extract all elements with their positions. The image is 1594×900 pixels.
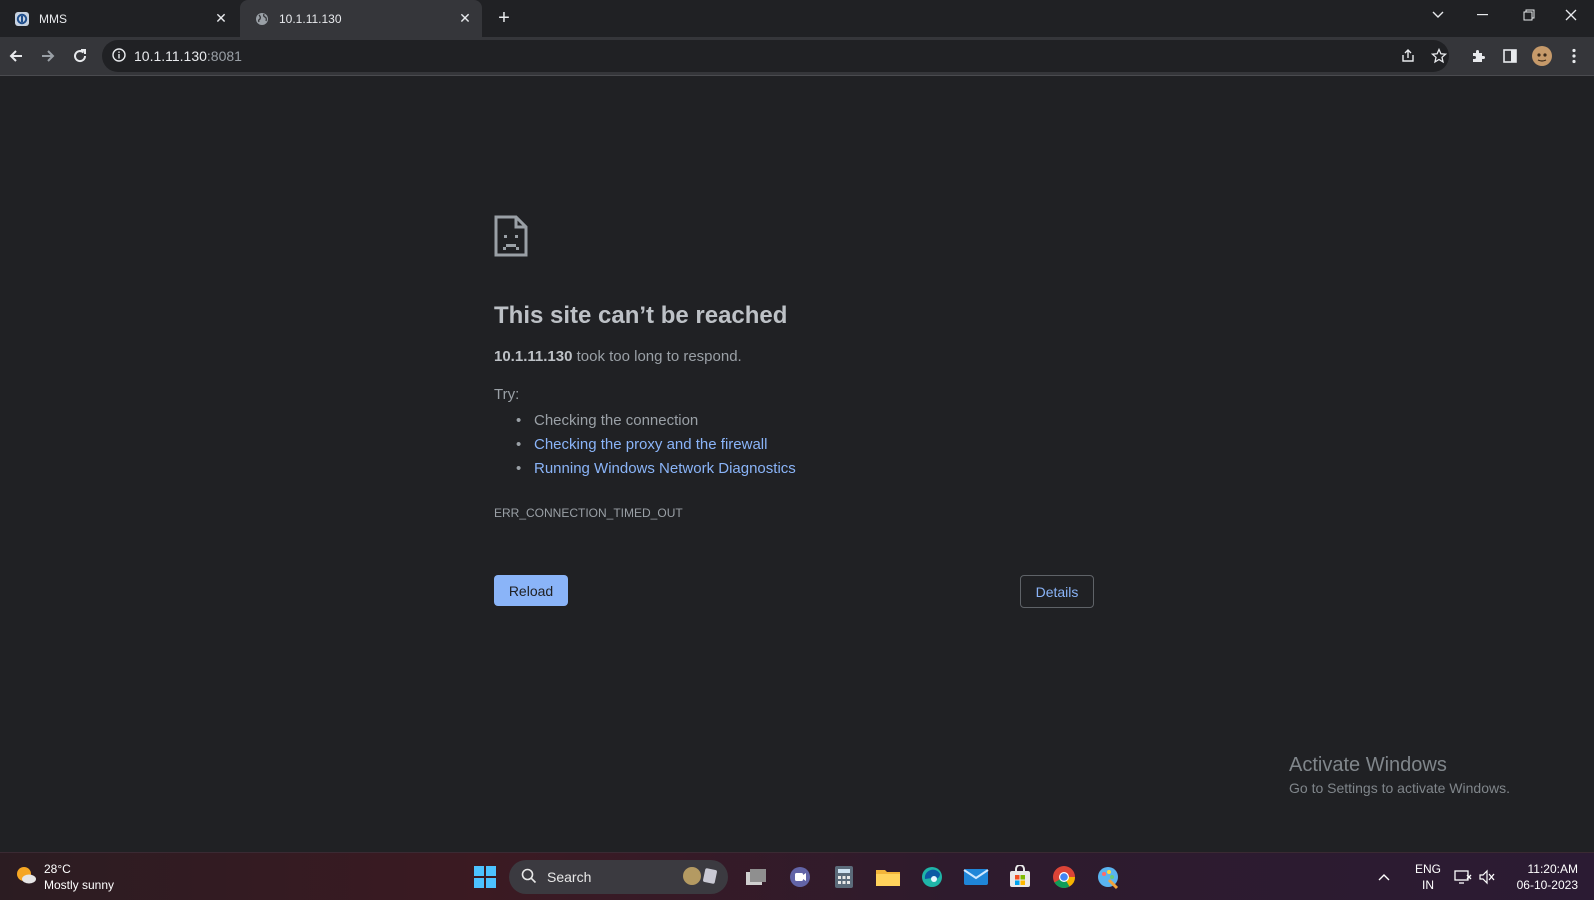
- watermark-title: Activate Windows: [1289, 754, 1447, 776]
- tab-mms[interactable]: MMS ✕: [0, 0, 238, 37]
- tab-close-icon[interactable]: ✕: [454, 8, 476, 30]
- taskbar-search[interactable]: Search: [509, 860, 728, 894]
- new-tab-icon[interactable]: +: [492, 6, 516, 30]
- search-highlight-icon: [680, 865, 720, 890]
- sun-cloud-icon: [14, 864, 38, 891]
- suggestion-list: Checking the connection Checking the pro…: [514, 409, 796, 481]
- suggestion-item: Checking the proxy and the firewall: [514, 433, 796, 457]
- language-indicator[interactable]: ENG IN: [1408, 853, 1448, 900]
- volume-muted-icon[interactable]: [1476, 853, 1498, 900]
- clock-time: 11:20:AM: [1527, 862, 1578, 876]
- tab-active[interactable]: 10.1.11.130 ✕: [240, 0, 482, 37]
- mail-icon[interactable]: [962, 863, 990, 891]
- tab-strip: MMS ✕ 10.1.11.130 ✕ +: [0, 0, 1594, 37]
- tab-title: MMS: [39, 11, 67, 26]
- error-host: 10.1.11.130: [494, 348, 573, 365]
- edge-browser-icon[interactable]: [918, 863, 946, 891]
- tray-chevron-up-icon[interactable]: [1372, 853, 1396, 900]
- microsoft-store-icon[interactable]: [1006, 863, 1034, 891]
- chrome-icon[interactable]: [1050, 863, 1078, 891]
- error-heading: This site can’t be reached: [494, 302, 788, 329]
- info-icon[interactable]: [112, 47, 126, 65]
- suggestion-proxy-firewall-link[interactable]: Checking the proxy and the firewall: [534, 436, 767, 453]
- region-label: IN: [1422, 878, 1434, 892]
- windows-start-icon[interactable]: [471, 863, 499, 891]
- taskbar: 28°C Mostly sunny Search ENG IN 11:20:AM…: [0, 852, 1594, 900]
- globe-icon: [254, 11, 270, 27]
- suggestion-network-diagnostics-link[interactable]: Running Windows Network Diagnostics: [534, 460, 796, 477]
- minimize-icon[interactable]: [1460, 0, 1506, 30]
- restore-icon[interactable]: [1506, 0, 1552, 30]
- forward-arrow-icon[interactable]: [34, 42, 62, 70]
- bookmark-star-icon[interactable]: [1427, 44, 1451, 68]
- watermark-subtitle: Go to Settings to activate Windows.: [1289, 780, 1510, 796]
- extensions-puzzle-icon[interactable]: [1464, 42, 1492, 70]
- screen: MMS ✕ 10.1.11.130 ✕ + 10.1.11.130:8081 …: [0, 0, 1594, 900]
- address-bar[interactable]: 10.1.11.130:8081: [102, 40, 1449, 72]
- error-description: 10.1.11.130 took too long to respond.: [494, 348, 742, 365]
- file-explorer-icon[interactable]: [874, 863, 902, 891]
- weather-temp: 28°C: [44, 862, 71, 876]
- search-icon: [521, 868, 537, 887]
- calculator-icon[interactable]: [830, 863, 858, 891]
- search-label: Search: [547, 869, 592, 885]
- paint-app-icon[interactable]: [1094, 863, 1122, 891]
- weather-widget[interactable]: 28°C Mostly sunny: [14, 861, 114, 893]
- tab-search-chevron-down-icon[interactable]: [1415, 0, 1461, 30]
- task-view-icon[interactable]: [742, 863, 770, 891]
- profile-avatar[interactable]: [1528, 42, 1556, 70]
- reload-button[interactable]: Reload: [494, 575, 568, 606]
- sad-page-icon: [494, 215, 528, 257]
- tab-title: 10.1.11.130: [279, 11, 342, 26]
- details-button[interactable]: Details: [1020, 575, 1094, 608]
- lang-label: ENG: [1414, 862, 1441, 876]
- error-code: ERR_CONNECTION_TIMED_OUT: [494, 506, 683, 520]
- taskbar-clock[interactable]: 11:20:AM 06-10-2023: [1517, 861, 1578, 893]
- teams-chat-icon[interactable]: [786, 863, 814, 891]
- weather-desc: Mostly sunny: [44, 878, 115, 892]
- browser-toolbar: 10.1.11.130:8081: [0, 37, 1594, 76]
- tab-close-icon[interactable]: ✕: [210, 8, 232, 30]
- back-arrow-icon[interactable]: [2, 42, 30, 70]
- try-label: Try:: [494, 386, 520, 403]
- side-panel-icon[interactable]: [1496, 42, 1524, 70]
- mms-favicon-icon: [14, 11, 30, 27]
- suggestion-item: Checking the connection: [514, 409, 796, 433]
- url-host: 10.1.11.130: [134, 48, 207, 64]
- suggestion-item: Running Windows Network Diagnostics: [514, 457, 796, 481]
- close-window-icon[interactable]: [1548, 0, 1594, 30]
- reload-icon[interactable]: [66, 42, 94, 70]
- menu-kebab-icon[interactable]: [1560, 42, 1588, 70]
- network-icon[interactable]: [1452, 853, 1474, 900]
- suggestion-check-connection: Checking the connection: [534, 412, 699, 429]
- error-page: This site can’t be reached 10.1.11.130 t…: [0, 76, 1594, 852]
- url-port: :8081: [206, 48, 242, 64]
- share-icon[interactable]: [1396, 44, 1420, 68]
- activate-windows-watermark: Activate Windows Go to Settings to activ…: [1289, 754, 1510, 796]
- error-message: took too long to respond.: [572, 348, 742, 365]
- clock-date: 06-10-2023: [1516, 878, 1578, 892]
